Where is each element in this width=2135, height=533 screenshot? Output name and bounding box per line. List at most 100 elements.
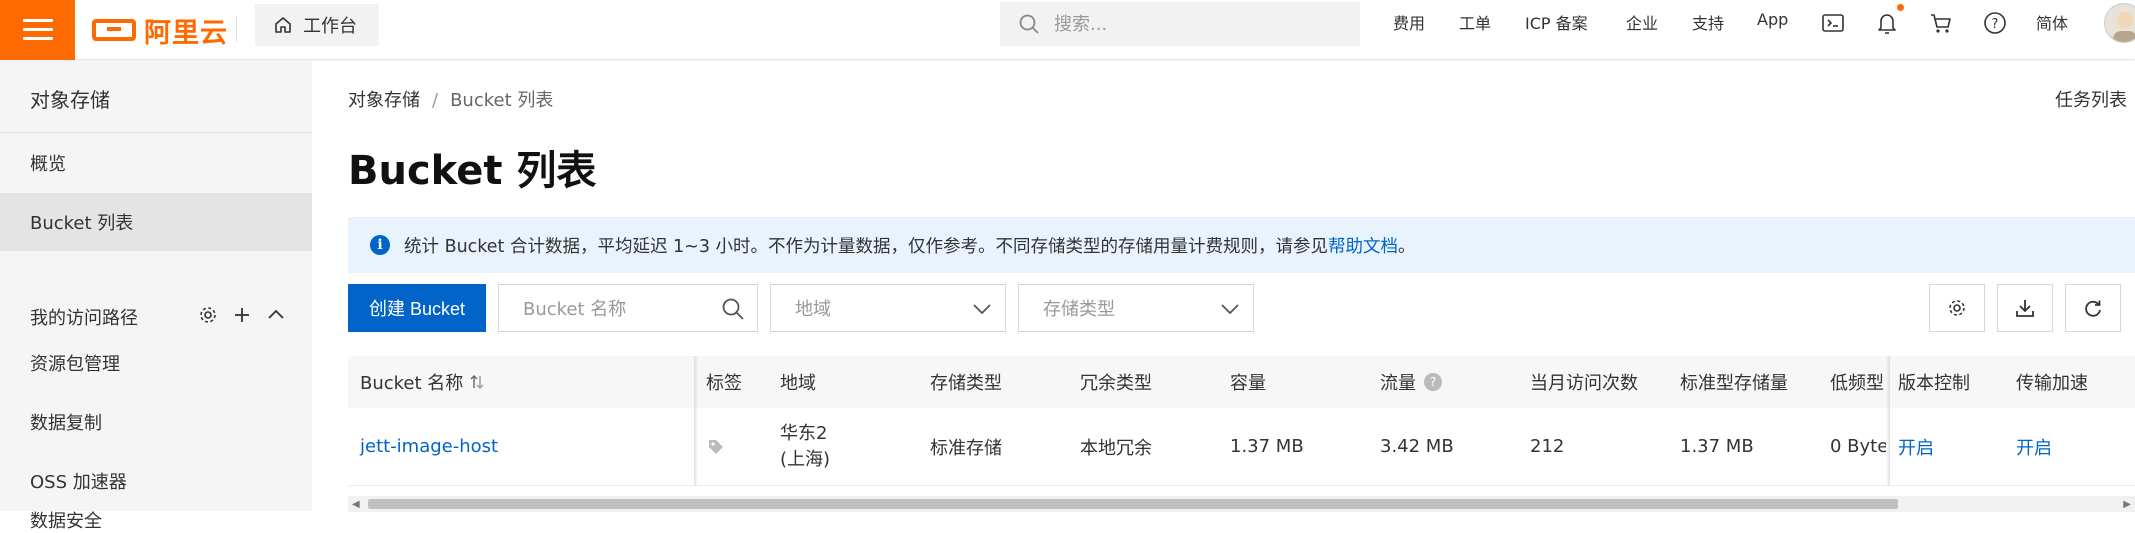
region-select[interactable]: 地域: [770, 284, 1006, 332]
create-bucket-button[interactable]: 创建 Bucket: [348, 284, 486, 332]
ia-storage-cell: 0 Byte: [1830, 436, 1886, 457]
monthly-visits-cell: 212: [1530, 436, 1565, 457]
link-fees[interactable]: 费用: [1393, 10, 1425, 34]
sidebar-item-resource-packages[interactable]: 资源包管理: [0, 334, 312, 392]
col-header-standard-storage: 标准型存储量: [1680, 373, 1788, 394]
notice-text: 统计 Bucket 合计数据，平均延迟 1~3 小时。不作为计量数据，仅作参考。…: [404, 236, 1329, 257]
horizontal-scrollbar[interactable]: ◀ ▶: [348, 496, 2135, 512]
gear-icon[interactable]: [198, 305, 218, 325]
help-icon[interactable]: ?: [1982, 10, 2008, 36]
sidebar-item-label: OSS 加速器: [30, 472, 127, 493]
scroll-left-icon[interactable]: ◀: [352, 499, 360, 510]
region-line2: (上海): [780, 448, 831, 470]
top-bar: 阿里云 工作台 费用 工单 ICP 备案 企业 支持 App ? 简体: [0, 0, 2135, 60]
sidebar-item-overview[interactable]: 概览: [0, 134, 312, 192]
scrollbar-thumb[interactable]: [368, 499, 1898, 509]
link-support[interactable]: 支持: [1692, 10, 1724, 34]
table-row: jett-image-host 华东2 (上海) 标准存储 本地冗余 1.37 …: [348, 408, 2135, 486]
bucket-table: Bucket 名称 标签 地域 存储类型 冗余类型 容量 流量 ? 当月访问次数…: [348, 356, 2135, 496]
fixed-column-shadow: [1886, 356, 1890, 486]
col-header-tags: 标签: [706, 373, 742, 394]
gear-icon: [1949, 300, 1965, 316]
breadcrumb-item-oss[interactable]: 对象存储: [348, 90, 420, 111]
sidebar-group-my-paths[interactable]: 我的访问路径: [0, 300, 312, 334]
help-icon[interactable]: ?: [1424, 373, 1442, 391]
sidebar-item-label: 数据复制: [30, 413, 102, 434]
plus-icon[interactable]: [232, 305, 252, 325]
task-list-link[interactable]: 任务列表: [2055, 86, 2135, 112]
scroll-right-icon[interactable]: ▶: [2123, 499, 2131, 510]
global-search[interactable]: [1000, 2, 1360, 46]
divider: [0, 132, 312, 133]
link-enterprise[interactable]: 企业: [1626, 10, 1658, 34]
info-notice: i 统计 Bucket 合计数据，平均延迟 1~3 小时。不作为计量数据，仅作参…: [348, 217, 2135, 273]
workbench-label: 工作台: [303, 16, 357, 37]
link-tickets[interactable]: 工单: [1459, 10, 1491, 34]
col-header-label: Bucket 名称: [360, 373, 464, 394]
standard-storage-cell: 1.37 MB: [1680, 436, 1754, 457]
storage-type-cell: 标准存储: [930, 437, 1002, 459]
region-cell: 华东2 (上海): [780, 408, 830, 485]
svg-text:?: ?: [1992, 17, 1999, 32]
col-header-traffic: 流量 ?: [1380, 356, 1442, 408]
hamburger-icon: [22, 19, 53, 41]
workbench-button[interactable]: 工作台: [255, 4, 379, 46]
tag-icon[interactable]: [706, 408, 726, 485]
sidebar-group-label: 我的访问路径: [30, 308, 138, 329]
terminal-icon[interactable]: [1820, 10, 1846, 36]
col-header-monthly-visits: 当月访问次数: [1530, 373, 1638, 394]
sidebar: 对象存储 概览 Bucket 列表 我的访问路径 资源包管理 数据复制 OSS …: [0, 60, 312, 532]
col-header-label: 流量: [1380, 373, 1416, 394]
settings-button[interactable]: [1929, 284, 1985, 332]
acceleration-link[interactable]: 开启: [2016, 408, 2052, 485]
main-content: 对象存储 / Bucket 列表 任务列表 Bucket 列表 i 统计 Bucke…: [312, 60, 2135, 512]
col-header-redundancy: 冗余类型: [1080, 373, 1152, 394]
download-button[interactable]: [1997, 284, 2053, 332]
info-icon: i: [370, 235, 390, 255]
col-header-capacity: 容量: [1230, 373, 1266, 394]
region-placeholder: 地域: [795, 299, 831, 320]
refresh-icon: [2085, 300, 2101, 317]
sidebar-item-data-security[interactable]: 数据安全: [0, 493, 312, 533]
search-input[interactable]: [1052, 12, 1332, 36]
link-app[interactable]: App: [1757, 10, 1788, 29]
bell-icon[interactable]: [1874, 10, 1900, 36]
menu-button[interactable]: [0, 0, 75, 60]
notice-end: 。: [1398, 236, 1416, 257]
cart-icon[interactable]: [1928, 10, 1954, 36]
sidebar-item-bucket-list[interactable]: Bucket 列表: [0, 193, 312, 251]
traffic-cell: 3.42 MB: [1380, 436, 1454, 457]
versioning-link[interactable]: 开启: [1898, 408, 1934, 485]
col-header-versioning: 版本控制: [1898, 373, 1970, 394]
refresh-button[interactable]: [2065, 284, 2121, 332]
breadcrumb: 对象存储 / Bucket 列表: [348, 90, 554, 111]
logo-text: 阿里云: [144, 17, 228, 49]
page-title: Bucket 列表: [348, 148, 597, 194]
sort-icon[interactable]: [469, 373, 485, 391]
notification-dot: [1897, 4, 1904, 11]
search-icon[interactable]: [721, 297, 745, 321]
download-icon: [2016, 300, 2034, 317]
avatar-icon: [2113, 12, 2135, 42]
sidebar-item-label: 概览: [30, 154, 66, 175]
col-header-bucket-name[interactable]: Bucket 名称: [360, 356, 485, 408]
link-icp[interactable]: ICP 备案: [1525, 10, 1588, 34]
divider: [236, 16, 237, 42]
col-header-ia-storage: 低频型: [1830, 373, 1884, 394]
chevron-up-icon[interactable]: [266, 305, 286, 325]
storage-type-placeholder: 存储类型: [1043, 299, 1115, 320]
redundancy-cell: 本地冗余: [1080, 437, 1152, 459]
chevron-down-icon: [973, 304, 991, 315]
aliyun-logo[interactable]: 阿里云: [92, 12, 228, 49]
sidebar-item-data-replication[interactable]: 数据复制: [0, 393, 312, 451]
region-line1: 华东2: [780, 422, 828, 444]
bucket-name-link[interactable]: jett-image-host: [360, 408, 498, 485]
avatar[interactable]: [2104, 3, 2135, 43]
help-doc-link[interactable]: 帮助文档: [1328, 233, 1398, 258]
capacity-cell: 1.37 MB: [1230, 436, 1304, 457]
col-header-storage-type: 存储类型: [930, 373, 1002, 394]
storage-type-select[interactable]: 存储类型: [1018, 284, 1254, 332]
table-header: Bucket 名称 标签 地域 存储类型 冗余类型 容量 流量 ? 当月访问次数…: [348, 356, 2135, 408]
bucket-name-search[interactable]: Bucket 名称: [498, 284, 758, 332]
language-switch[interactable]: 简体: [2036, 10, 2068, 34]
